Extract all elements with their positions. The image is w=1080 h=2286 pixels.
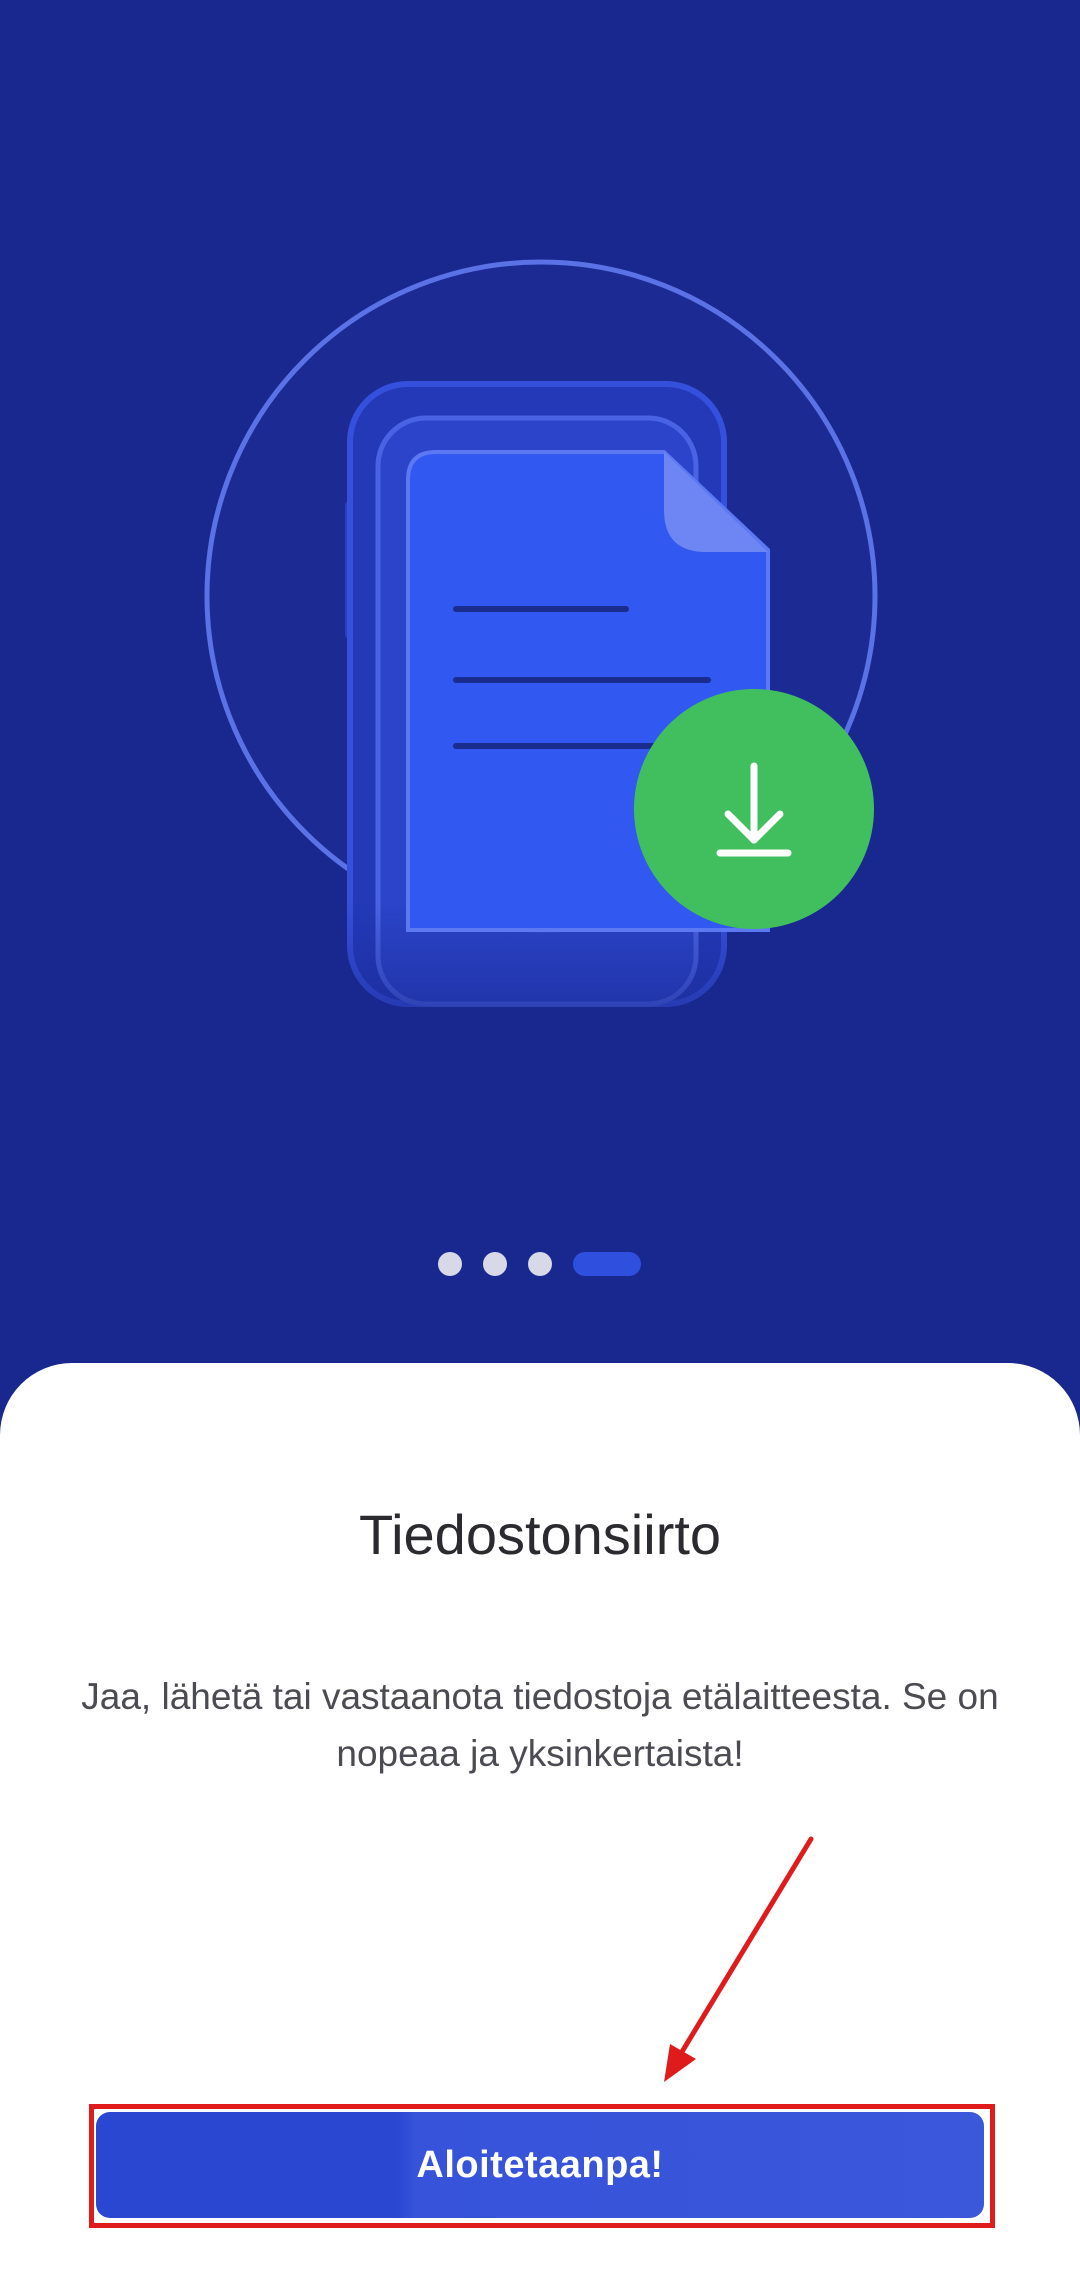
file-transfer-illustration bbox=[204, 259, 878, 1007]
download-icon bbox=[634, 689, 874, 929]
page-indicator bbox=[0, 1248, 1080, 1280]
page-dot-1[interactable] bbox=[438, 1252, 462, 1276]
page-dot-4-active[interactable] bbox=[573, 1252, 641, 1276]
page-dot-2[interactable] bbox=[483, 1252, 507, 1276]
page-title: Tiedostonsiirto bbox=[358, 1503, 722, 1566]
page-description: Jaa, lähetä tai vastaanota tiedostoja et… bbox=[81, 1676, 999, 1774]
hero-section bbox=[0, 0, 1080, 1400]
start-button[interactable]: Aloitetaanpa! bbox=[96, 2112, 984, 2218]
page-dot-3[interactable] bbox=[528, 1252, 552, 1276]
